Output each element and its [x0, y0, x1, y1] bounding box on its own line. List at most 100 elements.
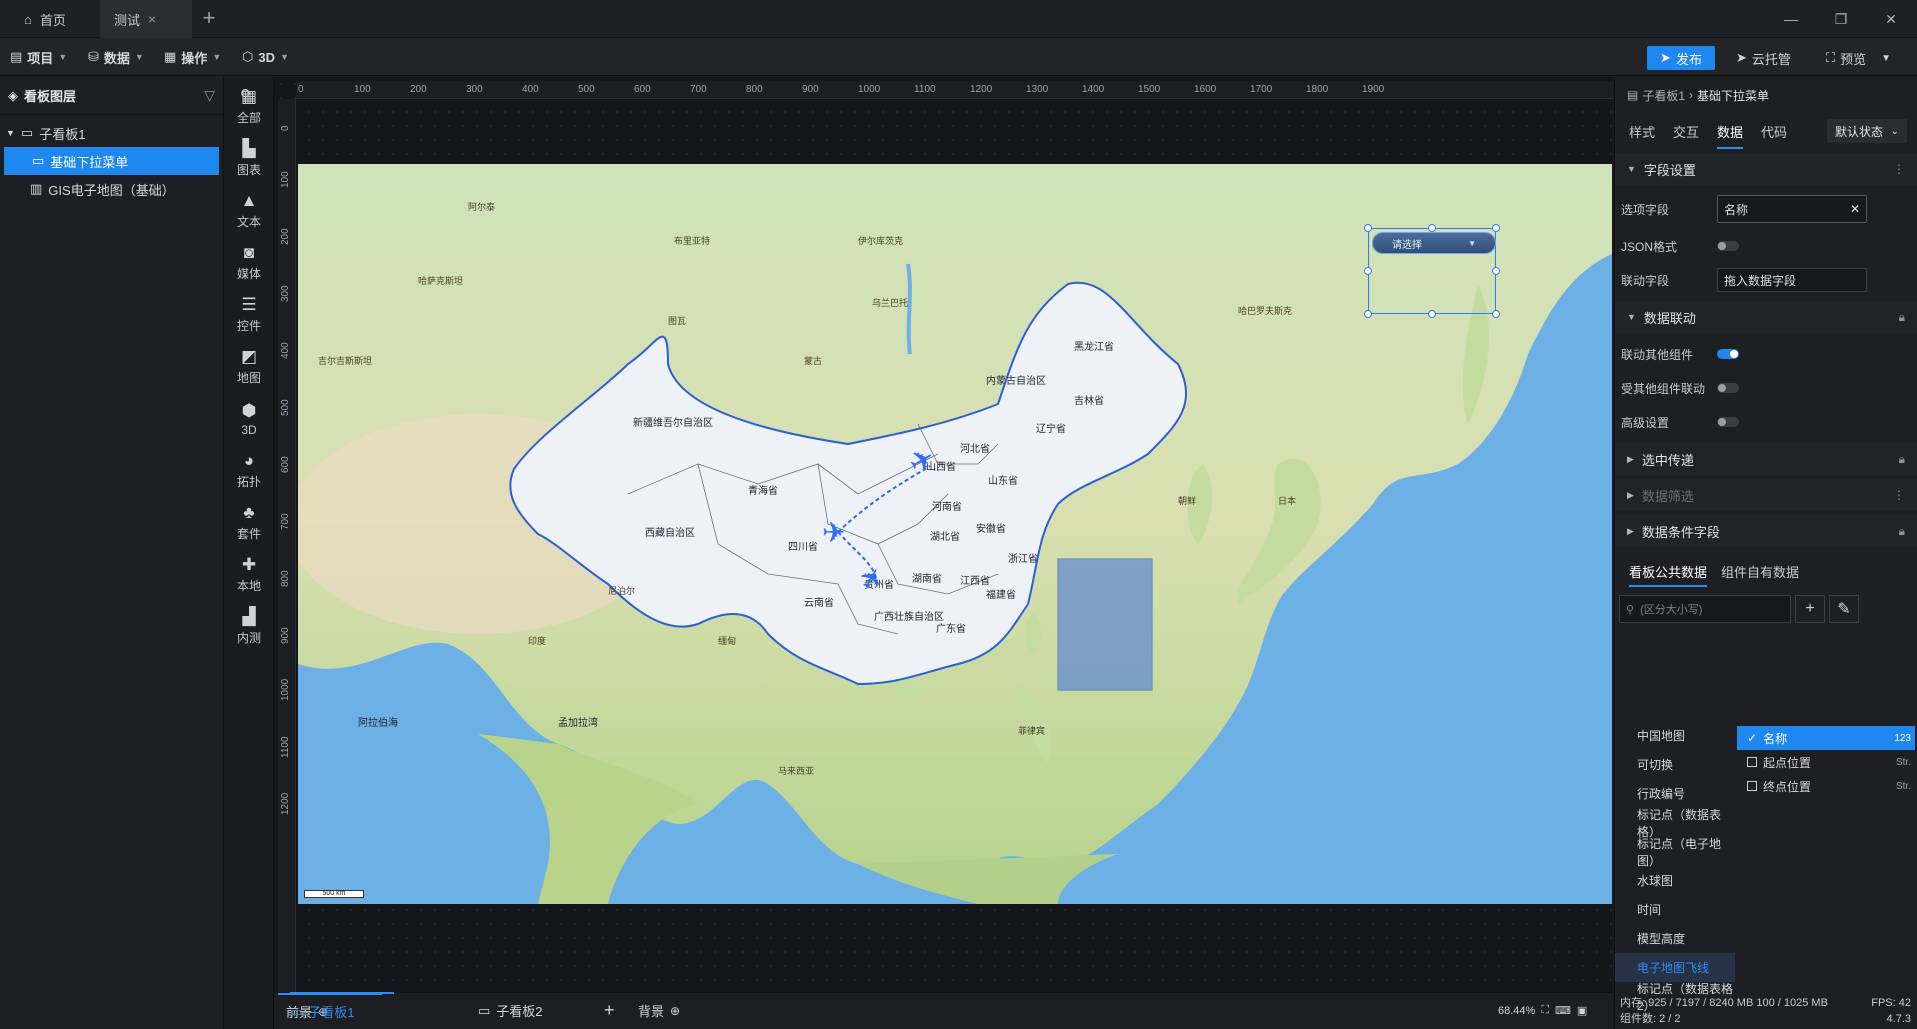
menu-operation[interactable]: ▦ 操作 ▼	[164, 38, 221, 76]
layer-panel-header: ◈ 看板图层 ▽	[0, 77, 223, 115]
close-tab-icon[interactable]: ×	[148, 11, 156, 27]
lock-icon[interactable]: 🔒︎	[1899, 524, 1905, 539]
component-beta[interactable]: ▟ 内测	[224, 601, 274, 653]
dataset-item[interactable]: 可切换	[1615, 750, 1735, 779]
component-control[interactable]: ☰ 控件	[224, 289, 274, 341]
section-selection-pass[interactable]: ▶ 选中传递 🔒︎	[1615, 443, 1917, 475]
component-suite[interactable]: ♣ 套件	[224, 497, 274, 549]
data-search-row: ⚲ (区分大小写) + ✎	[1615, 587, 1917, 623]
resize-handle[interactable]	[1364, 267, 1372, 275]
json-format-toggle[interactable]	[1717, 241, 1739, 251]
add-board-button[interactable]: +	[604, 992, 615, 1029]
linked-by-other-toggle[interactable]	[1717, 383, 1739, 393]
zoom-level[interactable]: 68.44% ⛶ ⌨ ▣	[1498, 992, 1587, 1029]
link-field-input[interactable]: 拖入数据字段	[1717, 268, 1867, 292]
tab-data[interactable]: 数据	[1717, 122, 1744, 149]
component-chart[interactable]: ▙ 图表	[224, 133, 274, 185]
map-label-province: 江西省	[960, 576, 990, 587]
resize-handle[interactable]	[1492, 267, 1500, 275]
tab-code[interactable]: 代码	[1761, 122, 1787, 141]
layer-item-dropdown[interactable]: ▭ 基础下拉菜单	[4, 147, 219, 175]
layer-item-gis-map[interactable]: ▥ GIS电子地图（基础）	[0, 175, 223, 203]
state-select[interactable]: 默认状态 ⌄	[1827, 119, 1907, 143]
add-circle-icon[interactable]: ⊕	[670, 1004, 680, 1018]
component-local[interactable]: ✚ 本地	[224, 549, 274, 601]
more-icon[interactable]: ⋮	[1893, 488, 1905, 502]
field-item[interactable]: 终点位置 Str.	[1737, 774, 1915, 798]
field-item[interactable]: ✓ 名称 123	[1737, 726, 1915, 750]
close-window-button[interactable]: ✕	[1880, 8, 1902, 30]
tab-board-public-data[interactable]: 看板公共数据	[1629, 562, 1708, 587]
component-topology[interactable]: ◕ 拓扑	[224, 445, 274, 497]
resize-handle[interactable]	[1492, 310, 1500, 318]
airplane-icon[interactable]: ✈	[822, 516, 845, 549]
dataset-item[interactable]: 中国地图	[1615, 721, 1735, 750]
section-condition-field[interactable]: ▶ 数据条件字段 🔒︎	[1615, 515, 1917, 547]
tab-background[interactable]: 背景 ⊕	[638, 992, 680, 1029]
option-field-input[interactable]: 名称 ✕	[1717, 195, 1867, 223]
tab-sub-board-1[interactable]: ▭ 子看板1	[290, 992, 394, 1029]
lock-icon[interactable]: 🔒︎	[1899, 310, 1905, 325]
layer-group-sub-board[interactable]: ▼ ▭ 子看板1	[0, 119, 223, 147]
more-icon[interactable]: ⋮	[1893, 162, 1905, 176]
bar-chart-icon: ▟	[242, 607, 256, 626]
fit-screen-icon[interactable]: ⛶	[1541, 1004, 1549, 1017]
publish-button[interactable]: ➤ 发布	[1647, 46, 1715, 70]
resize-handle[interactable]	[1428, 224, 1436, 232]
dropdown-widget[interactable]: 请选择 ▼	[1372, 232, 1496, 254]
section-field-settings[interactable]: ▼ 字段设置 ⋮	[1615, 153, 1917, 185]
dataset-item[interactable]: 行政编号	[1615, 779, 1735, 808]
field-item[interactable]: 起点位置 Str.	[1737, 750, 1915, 774]
menu-3d[interactable]: ⬡ 3D ▼	[242, 38, 289, 76]
keyboard-icon[interactable]: ⌨	[1555, 1004, 1571, 1017]
resize-handle[interactable]	[1492, 224, 1500, 232]
tab-style[interactable]: 样式	[1629, 122, 1655, 141]
section-data-filter[interactable]: ▶ 数据筛选 ⋮	[1615, 479, 1917, 511]
resize-handle[interactable]	[1428, 310, 1436, 318]
component-3d[interactable]: ⬢ 3D	[224, 393, 274, 445]
restore-button[interactable]: ❐	[1830, 8, 1852, 30]
resize-handle[interactable]	[1364, 224, 1372, 232]
map-scale-bar: 500 km	[304, 890, 364, 898]
preview-button[interactable]: ⛶ 预览 ▼	[1826, 46, 1891, 70]
breadcrumb-parent[interactable]: 子看板1	[1642, 87, 1685, 104]
dataset-item[interactable]: 模型高度	[1615, 924, 1735, 953]
checkbox[interactable]	[1747, 781, 1757, 791]
checkbox[interactable]	[1747, 757, 1757, 767]
dataset-item[interactable]: 标记点（数据表格）	[1615, 808, 1735, 839]
tab-home[interactable]: ⌂ 首页	[10, 0, 110, 38]
tab-sub-board-2[interactable]: ▭ 子看板2	[478, 992, 543, 1029]
section-data-linkage[interactable]: ▼ 数据联动 🔒︎	[1615, 301, 1917, 333]
tab-test[interactable]: 测试 ×	[100, 0, 192, 38]
dataset-item[interactable]: 标记点（电子地图）	[1615, 837, 1735, 868]
new-tab-button[interactable]: +	[196, 6, 222, 32]
link-other-toggle[interactable]	[1717, 349, 1739, 359]
component-media[interactable]: ◙ 媒体	[224, 237, 274, 289]
dataset-item[interactable]: 水球图	[1615, 866, 1735, 895]
component-text[interactable]: ▲ 文本	[224, 185, 274, 237]
edit-icon[interactable]: ✎	[1829, 595, 1859, 623]
terminal-icon[interactable]: ▣	[1577, 1004, 1587, 1017]
add-dataset-button[interactable]: +	[1795, 595, 1825, 623]
advanced-toggle[interactable]	[1717, 417, 1739, 427]
dataset-item[interactable]: 时间	[1615, 895, 1735, 924]
caret-down-icon[interactable]: ▼	[6, 128, 15, 138]
component-map[interactable]: ◩ 地图	[224, 341, 274, 393]
component-label: 图表	[236, 163, 261, 177]
cloud-hosting-button[interactable]: ➤ 云托管	[1736, 46, 1791, 70]
canvas-search-icon[interactable]: ⚲	[240, 86, 251, 104]
resize-handle[interactable]	[1364, 310, 1372, 318]
layers-icon: ◈	[8, 87, 18, 103]
menu-project[interactable]: ▤ 项目 ▼	[10, 38, 67, 76]
menu-data[interactable]: ⛁ 数据 ▼	[88, 38, 144, 76]
chevron-down-icon[interactable]: ▼	[1881, 53, 1891, 64]
minimize-button[interactable]: —	[1780, 8, 1802, 30]
dataset-item[interactable]: 电子地图飞线	[1615, 953, 1735, 982]
close-icon[interactable]: ✕	[1850, 202, 1860, 216]
lock-icon[interactable]: 🔒︎	[1899, 452, 1905, 467]
ruler-tick-label: 500	[280, 399, 291, 416]
data-search-input[interactable]: ⚲ (区分大小写)	[1619, 595, 1791, 623]
tab-component-own-data[interactable]: 组件自有数据	[1721, 562, 1799, 587]
tab-interaction[interactable]: 交互	[1673, 122, 1699, 141]
filter-icon[interactable]: ▽	[204, 87, 215, 104]
